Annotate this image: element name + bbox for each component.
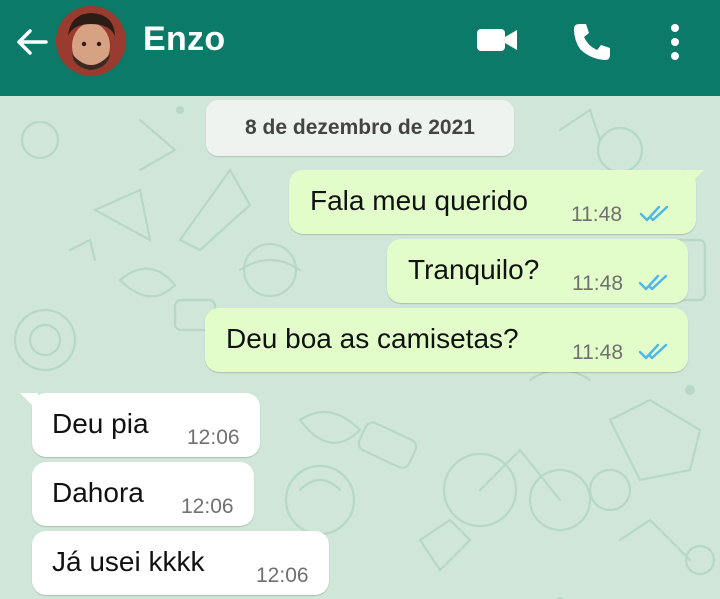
message-time: 12:06 [181,495,234,518]
message-text: Tranquilo? [408,254,540,285]
message-text: Fala meu querido [310,185,528,216]
message-time: 11:48 [572,341,623,364]
read-receipt-icon [639,205,669,222]
more-options-icon[interactable] [660,20,690,64]
message-text: Deu pia [52,408,149,439]
chat-header: Enzo [0,0,720,96]
avatar[interactable] [56,6,126,76]
message-time: 11:48 [571,203,622,226]
message-bubble-outgoing[interactable]: Deu boa as camisetas? 11:48 [205,308,688,372]
contact-name[interactable]: Enzo [143,20,225,59]
message-time: 12:06 [187,426,240,449]
message-bubble-incoming[interactable]: Já usei kkkk 12:06 [32,531,329,595]
message-bubble-outgoing[interactable]: Fala meu querido 11:48 [289,170,696,234]
message-time: 11:48 [572,272,623,295]
message-bubble-outgoing[interactable]: Tranquilo? 11:48 [387,239,688,303]
read-receipt-icon [638,274,668,291]
message-bubble-incoming[interactable]: Dahora 12:06 [32,462,254,526]
video-call-icon[interactable] [474,20,520,60]
phone-call-icon[interactable] [570,20,614,64]
message-text: Já usei kkkk [52,546,205,577]
message-text: Dahora [52,477,144,508]
message-text: Deu boa as camisetas? [226,323,519,354]
back-arrow-icon[interactable] [12,22,52,62]
message-time: 12:06 [256,564,309,587]
message-bubble-incoming[interactable]: Deu pia 12:06 [32,393,260,457]
read-receipt-icon [638,343,668,360]
date-separator: 8 de dezembro de 2021 [206,100,514,156]
